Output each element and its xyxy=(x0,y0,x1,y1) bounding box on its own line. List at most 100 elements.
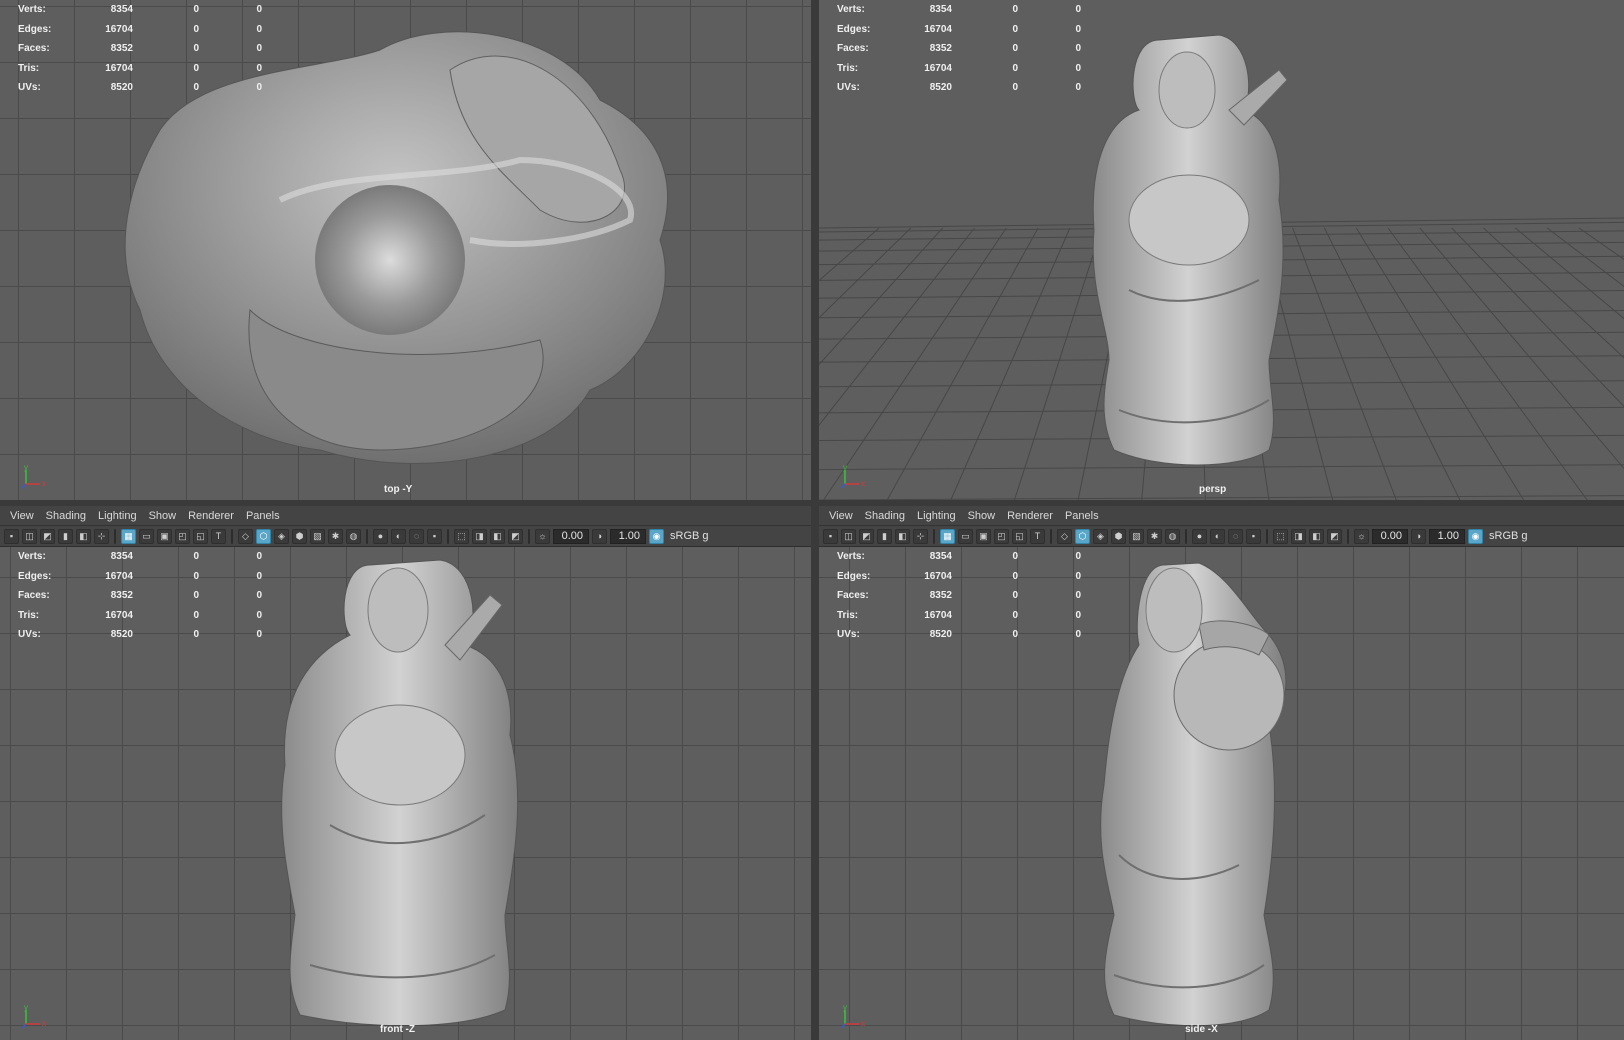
xray-joints-icon[interactable]: ◧ xyxy=(1309,528,1324,544)
menu-lighting[interactable]: Lighting xyxy=(911,510,962,522)
backface-icon[interactable]: ◩ xyxy=(1327,528,1342,544)
backface-icon[interactable]: ◩ xyxy=(508,528,523,544)
gamma-icon[interactable]: ◑ xyxy=(592,528,607,544)
menu-panels[interactable]: Panels xyxy=(1059,510,1105,522)
viewport-persp[interactable]: Verts: 8354 0 0 Edges: 16704 0 0 Faces: 8352 0 0 Tri… xyxy=(819,0,1624,500)
exposure-icon[interactable]: ☼ xyxy=(535,528,550,544)
image-plane-icon[interactable]: ▮ xyxy=(877,528,892,544)
menu-view[interactable]: View xyxy=(823,510,859,522)
camera-attr-icon[interactable]: ◫ xyxy=(22,528,37,544)
hud-row: UVs: 8520 0 0 xyxy=(18,78,262,98)
menu-lighting[interactable]: Lighting xyxy=(92,510,143,522)
textured-icon[interactable]: ◈ xyxy=(1093,528,1108,544)
isolate-select-icon[interactable]: ⬚ xyxy=(454,528,469,544)
viewport-top[interactable]: Verts: 8354 0 0 Edges: 16704 0 0 Faces: 8352 0 0 Tri… xyxy=(0,0,811,500)
hud-value: 0 xyxy=(193,62,199,74)
safe-title-icon[interactable]: ◱ xyxy=(1012,528,1027,544)
film-gate-icon[interactable]: ▭ xyxy=(139,528,154,544)
toolbar-separator xyxy=(1050,528,1052,544)
camera-attr-icon[interactable]: ◫ xyxy=(841,528,856,544)
viewport-side[interactable]: Verts: 8354 0 0 Edges: 16704 0 0 Faces: 8352 0 0 Tri… xyxy=(819,547,1624,1040)
view-transform-label[interactable]: sRGB g xyxy=(667,530,712,542)
grid-icon[interactable]: ▦ xyxy=(940,528,955,544)
gamma-icon[interactable]: ◑ xyxy=(1411,528,1426,544)
resolution-gate-icon[interactable]: ▣ xyxy=(157,528,172,544)
resolution-gate-icon[interactable]: ▣ xyxy=(976,528,991,544)
grid-icon[interactable]: ◧ xyxy=(76,528,91,544)
pane-divider-vertical[interactable] xyxy=(811,0,819,1040)
exposure-field[interactable]: 0.00 xyxy=(1372,528,1408,544)
axis-x-label: x xyxy=(861,479,865,488)
hud-label: Faces: xyxy=(18,590,50,602)
color-management-icon[interactable]: ◉ xyxy=(1468,528,1483,544)
depth-of-field-icon[interactable]: ▪ xyxy=(427,528,442,544)
color-management-icon[interactable]: ◉ xyxy=(649,528,664,544)
screen-space-ao-icon[interactable]: ● xyxy=(1192,528,1207,544)
antialiasing-icon[interactable]: ◌ xyxy=(409,528,424,544)
smooth-shade-icon[interactable]: ⬡ xyxy=(1075,528,1090,544)
bookmark-icon[interactable]: ◩ xyxy=(859,528,874,544)
motion-blur-icon[interactable]: ◐ xyxy=(391,528,406,544)
depth-of-field-icon[interactable]: ▪ xyxy=(1246,528,1261,544)
camera-label: front -Z xyxy=(380,1024,415,1035)
bookmark-icon[interactable]: ◩ xyxy=(40,528,55,544)
film-gate-icon[interactable]: ⊹ xyxy=(94,528,109,544)
wireframe-on-shaded-icon[interactable]: ⬢ xyxy=(1111,528,1126,544)
menu-panels[interactable]: Panels xyxy=(240,510,286,522)
film-gate-icon[interactable]: ▭ xyxy=(958,528,973,544)
safe-title-icon[interactable]: ◱ xyxy=(193,528,208,544)
lights-icon[interactable]: ✱ xyxy=(328,528,343,544)
xray-joints-icon[interactable]: ◧ xyxy=(490,528,505,544)
shadows-icon[interactable]: ◍ xyxy=(346,528,361,544)
menu-shading[interactable]: Shading xyxy=(859,510,911,522)
exposure-icon[interactable]: ☼ xyxy=(1354,528,1369,544)
grid-icon[interactable]: ▦ xyxy=(121,528,136,544)
checker-icon[interactable]: ▧ xyxy=(1129,528,1144,544)
shadows-icon[interactable]: ◍ xyxy=(1165,528,1180,544)
gamma-field[interactable]: 1.00 xyxy=(1429,528,1465,544)
safe-action-icon[interactable]: ◰ xyxy=(175,528,190,544)
camera-icon[interactable]: ▪ xyxy=(4,528,19,544)
model-front-view[interactable] xyxy=(270,555,540,1025)
grid-icon[interactable]: ◧ xyxy=(895,528,910,544)
exposure-field[interactable]: 0.00 xyxy=(553,528,589,544)
screen-space-ao-icon[interactable]: ● xyxy=(373,528,388,544)
hud-icon[interactable]: T xyxy=(211,528,226,544)
menu-shading[interactable]: Shading xyxy=(40,510,92,522)
xray-icon[interactable]: ◨ xyxy=(472,528,487,544)
wireframe-icon[interactable]: ◇ xyxy=(238,528,253,544)
menu-show[interactable]: Show xyxy=(962,510,1002,522)
toolbar-separator xyxy=(447,528,449,544)
textured-icon[interactable]: ◈ xyxy=(274,528,289,544)
pane-divider-horizontal[interactable] xyxy=(0,500,1624,506)
isolate-select-icon[interactable]: ⬚ xyxy=(1273,528,1288,544)
axis-x-label: x xyxy=(861,1019,865,1028)
hud-value: 0 xyxy=(1012,82,1018,94)
hud-icon[interactable]: T xyxy=(1030,528,1045,544)
motion-blur-icon[interactable]: ◐ xyxy=(1210,528,1225,544)
view-transform-label[interactable]: sRGB g xyxy=(1486,530,1531,542)
camera-icon[interactable]: ▪ xyxy=(823,528,838,544)
xray-icon[interactable]: ◨ xyxy=(1291,528,1306,544)
gamma-field[interactable]: 1.00 xyxy=(610,528,646,544)
film-gate-icon[interactable]: ⊹ xyxy=(913,528,928,544)
smooth-shade-icon[interactable]: ⬡ xyxy=(256,528,271,544)
menu-view[interactable]: View xyxy=(4,510,40,522)
hud-value: 0 xyxy=(256,629,262,641)
checker-icon[interactable]: ▧ xyxy=(310,528,325,544)
image-plane-icon[interactable]: ▮ xyxy=(58,528,73,544)
menu-show[interactable]: Show xyxy=(143,510,183,522)
menu-renderer[interactable]: Renderer xyxy=(182,510,240,522)
safe-action-icon[interactable]: ◰ xyxy=(994,528,1009,544)
wireframe-icon[interactable]: ◇ xyxy=(1057,528,1072,544)
antialiasing-icon[interactable]: ◌ xyxy=(1228,528,1243,544)
hud-value: 16704 xyxy=(105,62,133,74)
model-side-view[interactable] xyxy=(1079,555,1319,1025)
panel-menubar: View Shading Lighting Show Renderer Panels xyxy=(0,506,811,526)
viewport-front[interactable]: Verts: 8354 0 0 Edges: 16704 0 0 Faces: 8352 0 0 Tri… xyxy=(0,547,811,1040)
model-persp-view[interactable] xyxy=(1069,30,1309,470)
hud-value: 8354 xyxy=(929,551,952,563)
menu-renderer[interactable]: Renderer xyxy=(1001,510,1059,522)
wireframe-on-shaded-icon[interactable]: ⬢ xyxy=(292,528,307,544)
lights-icon[interactable]: ✱ xyxy=(1147,528,1162,544)
